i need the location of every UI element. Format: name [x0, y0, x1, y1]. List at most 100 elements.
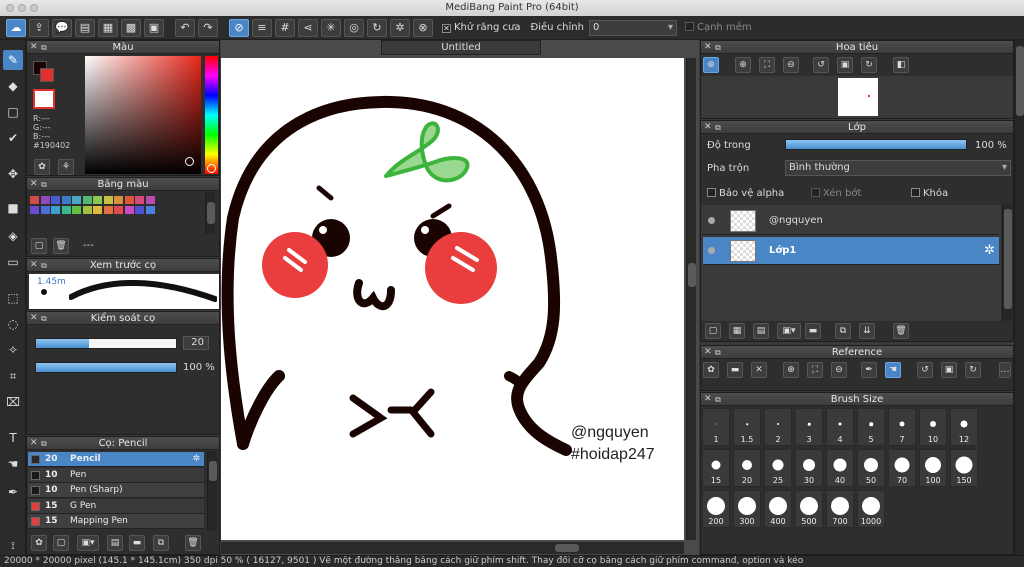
canvas-hscroll-thumb[interactable]: [555, 544, 579, 552]
layer-row[interactable]: Lớp1 ✲: [703, 237, 999, 265]
clear-icon[interactable]: ⊗: [413, 18, 433, 37]
palette-color-swatch[interactable]: [114, 196, 123, 204]
palette-color-swatch[interactable]: [93, 206, 102, 214]
brush-size-preset[interactable]: 25: [764, 449, 792, 487]
secondary-color-swatch[interactable]: [40, 68, 54, 82]
clipping-checkbox[interactable]: Xén bớt: [811, 188, 861, 199]
window-scrollbar[interactable]: [1014, 40, 1024, 555]
palette-color-swatch[interactable]: [135, 206, 144, 214]
brush-tool-icon[interactable]: ✎: [3, 50, 23, 70]
layer-settings-gear-icon[interactable]: ✲: [984, 243, 995, 258]
close-window-button[interactable]: [6, 4, 14, 12]
layer-folder-icon[interactable]: ▬: [805, 323, 821, 339]
dot-tool-icon[interactable]: □: [3, 102, 23, 122]
brush-size-preset[interactable]: 5: [857, 408, 885, 446]
brush-size-preset[interactable]: 150: [950, 449, 978, 487]
palette-color-swatch[interactable]: [135, 196, 144, 204]
color-picker-cursor[interactable]: [185, 157, 194, 166]
zoom-in-icon[interactable]: ⊕: [735, 57, 751, 73]
document-tab[interactable]: Untitled: [381, 40, 541, 55]
minimize-window-button[interactable]: [18, 4, 26, 12]
flip-icon[interactable]: ◧: [893, 57, 909, 73]
duplicate-brush-icon[interactable]: ⧉: [153, 535, 169, 551]
brush-size-preset[interactable]: 200: [702, 490, 730, 528]
reference-zoom-in-icon[interactable]: ⊕: [783, 362, 799, 378]
brush-size-preset[interactable]: 15: [702, 449, 730, 487]
brush-size-preset[interactable]: 100: [919, 449, 947, 487]
palette-color-swatch[interactable]: [124, 206, 134, 214]
cloud-icon[interactable]: ☁: [6, 18, 26, 37]
brush-size-preset[interactable]: 300: [733, 490, 761, 528]
brush-size-preset[interactable]: 12: [950, 408, 978, 446]
brush-size-preset[interactable]: 1.5: [733, 408, 761, 446]
palette-color-swatch[interactable]: [72, 196, 81, 204]
zoom-out-icon[interactable]: ⊖: [783, 57, 799, 73]
rectangle-tool-icon[interactable]: ■: [3, 198, 23, 218]
brush-size-preset[interactable]: 1: [702, 408, 730, 446]
brush-size-preset[interactable]: 500: [795, 490, 823, 528]
radial-snap-icon[interactable]: ✳: [321, 18, 341, 37]
brush-size-preset[interactable]: 4: [826, 408, 854, 446]
rotate-left-icon[interactable]: ↺: [813, 57, 829, 73]
palette-color-swatch[interactable]: [61, 206, 71, 214]
popout-icon[interactable]: ⧉: [41, 41, 47, 54]
brush-size-preset[interactable]: 30: [795, 449, 823, 487]
smooth-edge-checkbox[interactable]: Cạnh mềm: [684, 22, 752, 33]
zoom-in-nav-icon[interactable]: ⊕: [703, 57, 719, 73]
palette-color-swatch[interactable]: [61, 196, 71, 204]
navigator-preview-area[interactable]: [701, 76, 1013, 118]
palette-color-swatch[interactable]: [82, 206, 92, 214]
brush-size-preset[interactable]: 40: [826, 449, 854, 487]
brush-opacity-slider[interactable]: [35, 362, 177, 373]
brush-folder-icon[interactable]: ▬: [129, 535, 145, 551]
text-tool-icon[interactable]: T: [3, 428, 23, 448]
layer-row[interactable]: @ngquyen: [703, 207, 999, 235]
blend-mode-select[interactable]: Bình thường: [785, 160, 1011, 176]
fit-view-icon[interactable]: ⛶: [759, 57, 775, 73]
palette-color-swatch[interactable]: [145, 196, 155, 204]
palette-color-swatch[interactable]: [30, 206, 39, 214]
hue-slider-handle[interactable]: [207, 164, 216, 173]
lasso-tool-icon[interactable]: ◌: [3, 314, 23, 334]
reference-rotate-left-icon[interactable]: ↺: [917, 362, 933, 378]
color-picker-area[interactable]: [85, 56, 201, 174]
add-brush-icon[interactable]: ✿: [31, 535, 47, 551]
delete-brush-icon[interactable]: 🗑: [185, 535, 201, 551]
brush-list-item[interactable]: 20 Pencil ✲: [28, 452, 204, 467]
canvas-vertical-scrollbar[interactable]: [686, 58, 696, 540]
brush-settings-icon[interactable]: ▤: [107, 535, 123, 551]
palette-color-swatch[interactable]: [51, 206, 60, 214]
color-wheel-icon[interactable]: ✿: [34, 159, 50, 175]
brush-size-preset[interactable]: 700: [826, 490, 854, 528]
duplicate-layer-icon[interactable]: ⧉: [835, 323, 851, 339]
merge-layer-icon[interactable]: ⇊: [859, 323, 875, 339]
snap-off-icon[interactable]: ⊘: [229, 18, 249, 37]
undo-icon[interactable]: ↶: [175, 18, 195, 37]
rotate-right-icon[interactable]: ↻: [861, 57, 877, 73]
reference-reset-icon[interactable]: ▣: [941, 362, 957, 378]
reference-add-icon[interactable]: ✿: [703, 362, 719, 378]
brush-size-preset[interactable]: 20: [733, 449, 761, 487]
color-mix-icon[interactable]: ⚘: [58, 159, 74, 175]
reset-view-icon[interactable]: ▣: [837, 57, 853, 73]
palette-scroll-thumb[interactable]: [207, 202, 215, 224]
new-palette-icon[interactable]: ▢: [31, 238, 47, 254]
brush-list-item[interactable]: 15 G Pen: [28, 498, 204, 514]
hand-tool-icon[interactable]: ☚: [3, 454, 23, 474]
parallel-snap-icon[interactable]: ≡: [252, 18, 272, 37]
palette-color-swatch[interactable]: [103, 196, 113, 204]
document-icon[interactable]: ▦: [98, 18, 118, 37]
popout-icon[interactable]: ⧉: [41, 178, 47, 191]
brush-list-item[interactable]: 10 Pen (Sharp): [28, 483, 204, 498]
close-icon[interactable]: ✕: [30, 312, 38, 325]
palette-scrollbar[interactable]: [205, 192, 215, 234]
settings-icon[interactable]: ✲: [390, 18, 410, 37]
brush-list-scroll-thumb[interactable]: [209, 461, 217, 481]
reference-eyedropper-icon[interactable]: ✒: [861, 362, 877, 378]
popout-icon[interactable]: ⧉: [715, 393, 721, 406]
brush-size-preset[interactable]: 10: [919, 408, 947, 446]
reference-rotate-right-icon[interactable]: ↻: [965, 362, 981, 378]
adjust-select[interactable]: 0: [588, 19, 677, 36]
delete-layer-icon[interactable]: 🗑: [893, 323, 909, 339]
eraser-tool-icon[interactable]: ◆: [3, 76, 23, 96]
